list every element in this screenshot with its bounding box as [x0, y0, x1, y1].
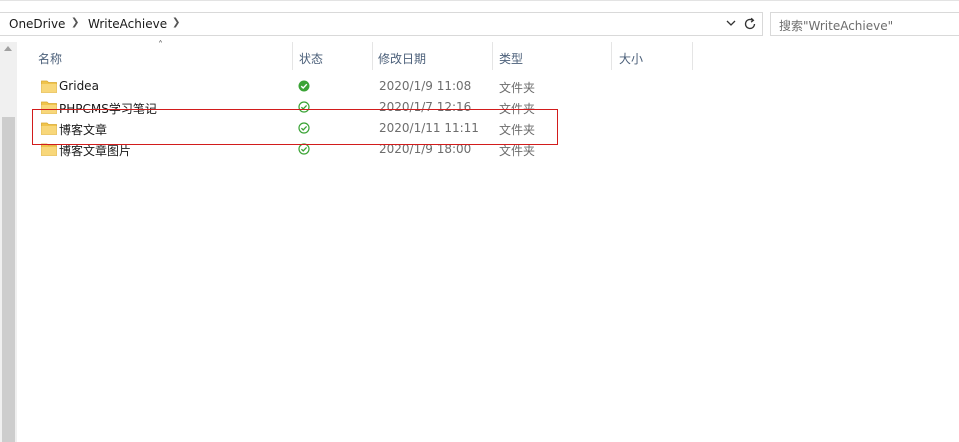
column-divider[interactable]: [492, 42, 493, 70]
green-check-filled-icon: [298, 80, 310, 92]
folder-icon: [41, 80, 57, 93]
top-divider: [0, 0, 959, 1]
chevron-down-icon[interactable]: [724, 16, 738, 30]
breadcrumb-item-writeachieve[interactable]: WriteAchieve: [88, 17, 167, 31]
sort-ascending-icon: ˄: [158, 40, 163, 51]
file-row[interactable]: Gridea 2020/1/9 11:08 文件夹: [17, 76, 577, 97]
chevron-right-icon[interactable]: ❯: [172, 17, 180, 28]
column-header-type[interactable]: 类型: [499, 50, 523, 67]
search-placeholder: 搜索"WriteAchieve": [779, 19, 894, 33]
column-divider[interactable]: [611, 42, 612, 70]
column-divider[interactable]: [692, 42, 693, 70]
column-header-size[interactable]: 大小: [619, 50, 643, 67]
refresh-icon[interactable]: [742, 16, 758, 32]
file-modified: 2020/1/9 11:08: [379, 79, 472, 93]
column-header-row: ˄ 名称 状态 修改日期 类型 大小: [17, 40, 959, 70]
column-header-name[interactable]: 名称: [38, 50, 62, 67]
annotation-highlight-box: [32, 109, 558, 145]
column-header-modified[interactable]: 修改日期: [378, 50, 426, 67]
column-divider[interactable]: [372, 42, 373, 70]
file-type: 文件夹: [499, 81, 536, 95]
scrollbar-thumb[interactable]: [2, 117, 15, 442]
navigation-pane-scrollbar[interactable]: [0, 42, 17, 442]
search-input[interactable]: 搜索"WriteAchieve": [770, 12, 959, 36]
file-name[interactable]: Gridea: [59, 79, 99, 93]
breadcrumb[interactable]: OneDrive ❯ WriteAchieve ❯: [0, 12, 763, 36]
breadcrumb-item-onedrive[interactable]: OneDrive: [9, 17, 65, 31]
address-bar: OneDrive ❯ WriteAchieve ❯ 搜索"WriteAchiev…: [0, 12, 959, 36]
chevron-right-icon[interactable]: ❯: [71, 17, 79, 28]
column-divider[interactable]: [292, 42, 293, 70]
scroll-up-arrow-icon[interactable]: [4, 46, 12, 51]
column-header-status[interactable]: 状态: [299, 50, 323, 67]
